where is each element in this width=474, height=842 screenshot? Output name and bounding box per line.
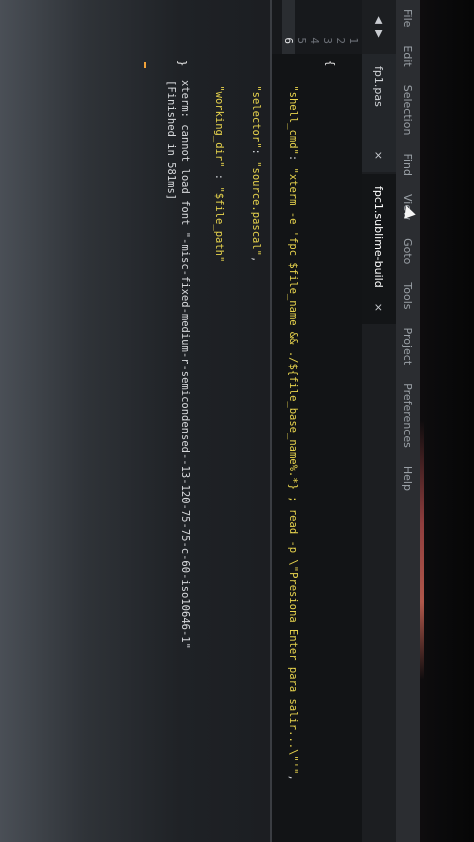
menu-selection[interactable]: Selection: [402, 76, 415, 145]
console-line-error: xterm: cannot load font "-misc-fixed-med…: [179, 80, 191, 649]
bezel-reflection: [420, 420, 424, 680]
menu-project[interactable]: Project: [402, 319, 415, 375]
tab-close-icon[interactable]: ×: [373, 151, 386, 160]
line-number: 4: [308, 37, 321, 44]
menu-preferences[interactable]: Preferences: [402, 374, 415, 457]
line-number: 1: [347, 37, 360, 44]
line-number: 3: [321, 37, 334, 44]
console-line-finished: [Finished in 581ms]: [165, 80, 177, 201]
menu-help[interactable]: Help: [402, 457, 415, 500]
menu-find[interactable]: Find: [402, 144, 415, 185]
sublime-text-window: File Edit Selection Find View Goto Tools…: [20, 0, 420, 842]
tab-label: fp1.pas: [372, 66, 386, 107]
photo-frame: File Edit Selection Find View Goto Tools…: [0, 0, 474, 842]
line-number-gutter: 1 2 3 4 5 6: [272, 0, 362, 54]
menu-tools[interactable]: Tools: [402, 273, 415, 318]
tab-fp1-pas[interactable]: fp1.pas ×: [362, 54, 396, 172]
json-value: "xterm -e 'fpc $file_name && ./${file_ba…: [287, 167, 299, 775]
line-number: 2: [334, 37, 347, 44]
tab-bar: ◀ ▶ fp1.pas × fpc1.sublime-build ×: [362, 0, 396, 842]
json-key: "shell_cmd": [287, 85, 299, 155]
menu-bar: File Edit Selection Find View Goto Tools…: [396, 0, 420, 842]
line-number: 5: [295, 37, 308, 44]
panel-divider[interactable]: [270, 0, 272, 842]
line-number-current: 6: [282, 0, 295, 54]
code-editor[interactable]: 1 2 3 4 5 6 { "shell_cmd": "xterm -e 'fp…: [144, 0, 362, 842]
tab-navigation: ◀ ▶: [362, 0, 396, 54]
tab-close-icon[interactable]: ×: [373, 303, 386, 312]
tab-next-icon[interactable]: ▶: [374, 30, 385, 38]
menu-goto[interactable]: Goto: [402, 229, 415, 273]
build-output-panel: xterm: cannot load font "-misc-fixed-med…: [20, 0, 270, 842]
json-comma: ,: [287, 774, 299, 781]
tab-label: fpc1.sublime-build: [372, 186, 386, 288]
monitor-bezel: [420, 0, 474, 842]
code-line: {: [323, 60, 336, 842]
open-brace: {: [324, 60, 336, 67]
code-line: "shell_cmd": "xterm -e 'fpc $file_name &…: [286, 60, 299, 842]
menu-file[interactable]: File: [402, 0, 415, 36]
menu-edit[interactable]: Edit: [402, 36, 415, 75]
tab-fpc1-sublime-build[interactable]: fpc1.sublime-build ×: [362, 174, 396, 324]
json-separator: :: [287, 154, 299, 168]
tab-prev-icon[interactable]: ◀: [374, 16, 385, 24]
code-area[interactable]: { "shell_cmd": "xterm -e 'fpc $file_name…: [144, 54, 362, 842]
